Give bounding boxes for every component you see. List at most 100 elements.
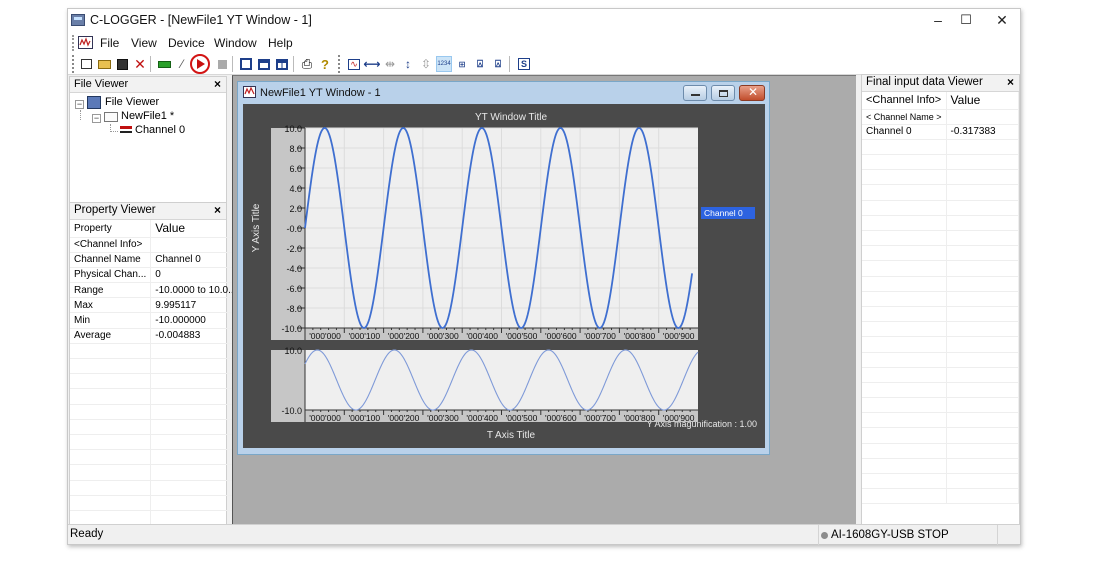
empty-row <box>862 154 1020 171</box>
table-row[interactable]: Average -0.004883 <box>70 328 242 344</box>
help-icon[interactable]: ? <box>317 56 333 72</box>
main-y-tick-label: -4.0 <box>286 264 302 274</box>
app-window: C-LOGGER - [NewFile1 YT Window - 1] – ☐ … <box>67 8 1021 545</box>
delete-icon[interactable]: ✕ <box>132 56 148 72</box>
menu-file[interactable]: File <box>100 36 119 50</box>
main-y-tick-label: -6.0 <box>286 284 302 294</box>
main-y-tick-label: -0.0 <box>286 224 302 234</box>
property-viewer-close-button[interactable]: × <box>214 203 221 218</box>
main-x-tick-label: '000'500 <box>506 331 538 341</box>
channel-info-header: <Channel Info> <box>862 92 947 110</box>
empty-row <box>862 473 1020 490</box>
empty-row <box>862 215 1020 232</box>
folder-icon <box>104 112 118 122</box>
zoom-vertical-icon[interactable]: ⇳ <box>418 56 434 72</box>
close-button[interactable]: ✕ <box>984 9 1020 31</box>
yt-chart[interactable]: YT Window TitleY Axis TitleT Axis TitleY… <box>243 104 765 448</box>
empty-row <box>862 169 1020 186</box>
file-viewer-close-button[interactable]: × <box>214 77 221 92</box>
table-row[interactable]: Max 9.995117 <box>70 297 242 314</box>
main-x-tick-label: '000'000 <box>309 331 341 341</box>
device-status-text: AI-1608GY-USB STOP <box>831 529 949 541</box>
fit-vertical-icon[interactable]: ↕ <box>400 56 416 72</box>
channel-icon <box>120 126 132 129</box>
empty-row <box>70 404 242 420</box>
empty-row <box>70 434 242 451</box>
table-row[interactable]: Channel Name Channel 0 <box>70 252 242 268</box>
main-x-tick-label: '000'300 <box>427 331 459 341</box>
empty-row <box>862 230 1020 247</box>
empty-row <box>862 139 1020 156</box>
start-button[interactable] <box>190 54 210 74</box>
tree-collapse-toggle[interactable]: − <box>75 100 84 109</box>
final-viewer-header: Final input data Viewer × <box>862 75 1019 92</box>
statistics-icon[interactable]: S <box>516 56 532 72</box>
toolbar-grip[interactable] <box>72 55 74 73</box>
property-value: 9.995117 <box>150 297 242 314</box>
property-value: Channel 0 <box>150 252 242 268</box>
print-icon[interactable]: ⎙ <box>299 56 315 72</box>
tree-file[interactable]: NewFile1 * <box>121 110 174 122</box>
menu-help[interactable]: Help <box>268 36 293 50</box>
toolbar-grip[interactable] <box>338 55 340 73</box>
channel-name-subheader: < Channel Name > <box>862 109 947 125</box>
main-y-tick-label: 2.0 <box>289 204 302 214</box>
stop-icon[interactable] <box>214 56 230 72</box>
overview-plot-background <box>305 350 698 410</box>
fit-horizontal-icon[interactable]: ⟷ <box>363 56 380 72</box>
table-row[interactable]: <Channel Info> <box>70 237 242 253</box>
yt-maximize-button[interactable] <box>711 85 735 101</box>
wizard-icon[interactable]: ⁄ <box>174 56 190 72</box>
table-row[interactable]: Channel 0 -0.317383 <box>862 124 1020 140</box>
yt-close-button[interactable]: ✕ <box>739 85 765 101</box>
yt-window-icon[interactable]: ∿ <box>346 56 362 72</box>
empty-row <box>862 397 1020 414</box>
digital-display-icon[interactable]: 1234 <box>436 56 452 72</box>
tree-line <box>80 110 81 120</box>
empty-row <box>862 184 1020 201</box>
table-row[interactable]: Physical Chan... 0 <box>70 267 242 284</box>
device-icon[interactable] <box>156 56 172 72</box>
menu-device[interactable]: Device <box>168 36 205 50</box>
property-name: Physical Chan... <box>70 267 152 284</box>
file-viewer-panel: File Viewer × − File Viewer − NewFile1 *… <box>69 76 227 203</box>
table-row[interactable]: Min -10.000000 <box>70 312 242 329</box>
empty-row <box>862 276 1020 292</box>
tree-channel[interactable]: Channel 0 <box>135 124 185 136</box>
tree-root[interactable]: File Viewer <box>105 96 159 108</box>
cursor-a-icon[interactable]: ⍓ <box>472 56 488 72</box>
zoom-horizontal-icon[interactable]: ⇹ <box>382 56 398 72</box>
cascade-icon[interactable] <box>238 56 254 72</box>
channel-name: Channel 0 <box>862 124 947 140</box>
tree-collapse-toggle[interactable]: − <box>92 114 101 123</box>
file-viewer-root-icon <box>87 96 101 109</box>
device-status: AI-1608GY-USB STOP <box>818 525 998 545</box>
empty-row <box>862 352 1020 368</box>
y-axis-title: Y Axis Title <box>251 203 262 252</box>
main-y-tick-label: 4.0 <box>289 184 302 194</box>
menu-view[interactable]: View <box>131 36 157 50</box>
toolbar-separator <box>509 56 510 72</box>
toolbar-separator <box>232 56 233 72</box>
yt-minimize-button[interactable] <box>683 85 707 101</box>
cursor-b-icon[interactable]: ⍓ <box>490 56 506 72</box>
property-viewer-panel: Property Viewer × Property Value <Channe… <box>69 202 242 542</box>
final-viewer-close-button[interactable]: × <box>1007 75 1014 90</box>
scale-icon[interactable]: ⊞ <box>454 56 470 72</box>
table-row[interactable]: Range -10.0000 to 10.0... <box>70 282 242 299</box>
main-x-tick-label: '000'100 <box>348 331 380 341</box>
empty-row <box>862 458 1020 475</box>
tile-vertical-icon[interactable] <box>274 56 290 72</box>
save-icon[interactable] <box>114 56 130 72</box>
tile-horizontal-icon[interactable] <box>256 56 272 72</box>
open-file-icon[interactable] <box>96 56 112 72</box>
property-name: Max <box>70 297 152 314</box>
main-x-tick-label: '000'800 <box>624 331 656 341</box>
document-icon[interactable] <box>78 36 93 49</box>
mdi-workspace: NewFile1 YT Window - 1 ✕ YT Window Title… <box>232 75 856 526</box>
new-file-icon[interactable] <box>78 56 94 72</box>
file-viewer-title: File Viewer <box>74 78 129 90</box>
menu-window[interactable]: Window <box>214 36 257 50</box>
maximize-button[interactable]: ☐ <box>948 9 984 31</box>
property-value: -10.0000 to 10.0... <box>150 282 242 299</box>
